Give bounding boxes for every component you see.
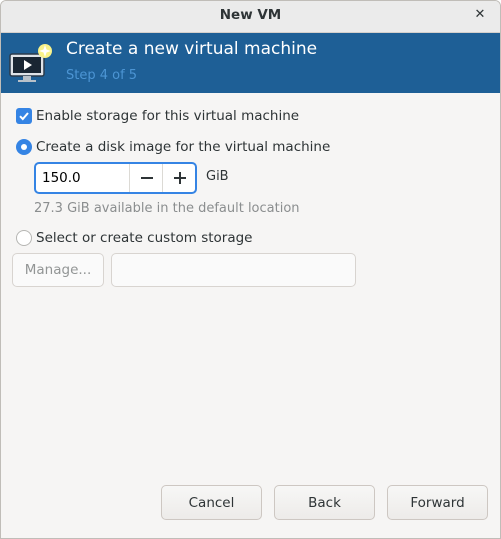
increment-button[interactable] [162, 164, 196, 192]
available-space-hint: 27.3 GiB available in the default locati… [34, 201, 300, 216]
create-disk-radio[interactable] [16, 139, 32, 155]
titlebar: New VM ✕ [1, 1, 500, 33]
create-disk-label: Create a disk image for the virtual mach… [36, 139, 331, 155]
custom-storage-path-input[interactable] [111, 253, 356, 287]
enable-storage-checkbox[interactable] [16, 108, 32, 124]
custom-storage-label: Select or create custom storage [36, 230, 253, 246]
vm-monitor-icon [9, 44, 52, 82]
wizard-header: Create a new virtual machine Step 4 of 5 [1, 33, 500, 93]
enable-storage-option[interactable]: Enable storage for this virtual machine [16, 108, 299, 124]
create-disk-option[interactable]: Create a disk image for the virtual mach… [16, 139, 330, 155]
manage-button[interactable]: Manage... [12, 253, 104, 287]
size-unit-label: GiB [206, 169, 229, 184]
forward-button[interactable]: Forward [387, 485, 488, 520]
window-title: New VM [219, 7, 282, 23]
enable-storage-label: Enable storage for this virtual machine [36, 108, 300, 124]
close-icon[interactable]: ✕ [470, 5, 490, 25]
new-vm-dialog: New VM ✕ Create a new virtual machine St… [0, 0, 501, 539]
back-button[interactable]: Back [274, 485, 375, 520]
wizard-step: Step 4 of 5 [66, 68, 138, 83]
disk-size-stepper[interactable]: 150.0 [34, 162, 197, 194]
custom-storage-radio[interactable] [16, 230, 32, 246]
decrement-button[interactable] [129, 164, 163, 192]
custom-storage-option[interactable]: Select or create custom storage [16, 230, 252, 246]
minus-icon [140, 177, 153, 179]
wizard-title: Create a new virtual machine [66, 39, 318, 59]
plus-icon [173, 172, 186, 184]
checkmark-icon [19, 112, 29, 121]
cancel-button[interactable]: Cancel [161, 485, 262, 520]
disk-size-value[interactable]: 150.0 [42, 164, 81, 192]
